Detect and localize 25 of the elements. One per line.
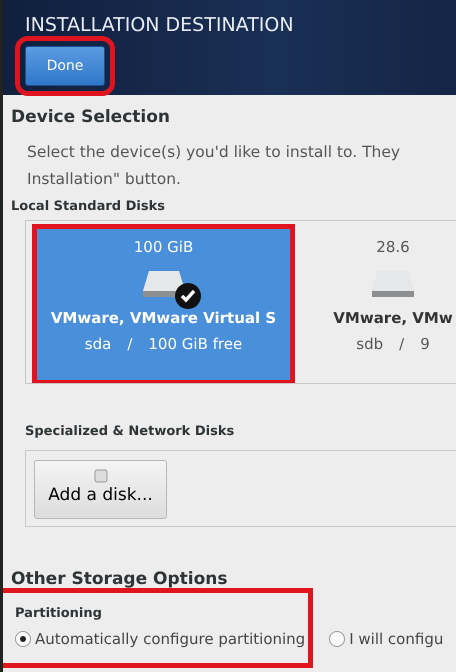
disk-size: 28.6 <box>376 237 410 258</box>
disk-group-heading: Local Standard Disks <box>11 198 166 216</box>
disk-device: sdb <box>356 334 384 355</box>
description-text: Installation" button. <box>27 168 182 190</box>
disk-free-space: 100 GiB free <box>148 334 242 355</box>
disk-name: VMware, VMware Virtual S <box>50 308 276 328</box>
section-heading: Other Storage Options <box>11 568 229 590</box>
disk-tile[interactable]: 28.6 VMware, VMw sdb / 9 <box>293 226 456 383</box>
option-label: I will configu <box>349 628 444 650</box>
description-text: Select the device(s) you'd like to install to. They <box>27 142 402 162</box>
checkmark-icon <box>174 282 200 308</box>
disk-size: 100 GiB <box>134 237 194 258</box>
window-title: INSTALLATION DESTINATION <box>25 14 295 36</box>
disk-device: sda <box>84 334 112 355</box>
option-label: Automatically configure partitioning <box>35 628 306 650</box>
separator-text: / <box>127 334 132 355</box>
disk-name: VMware, VMw <box>333 308 453 328</box>
disk-group-heading: Specialized & Network Disks <box>25 423 236 441</box>
section-heading: Device Selection <box>11 106 172 129</box>
radio-button[interactable] <box>15 630 31 647</box>
disk-free-space: 9 <box>420 334 430 355</box>
subsection-heading: Partitioning <box>15 605 103 623</box>
separator-text: / <box>399 334 404 355</box>
add-disk-button[interactable]: Add a disk... <box>34 460 167 518</box>
radio-button[interactable] <box>329 630 346 647</box>
